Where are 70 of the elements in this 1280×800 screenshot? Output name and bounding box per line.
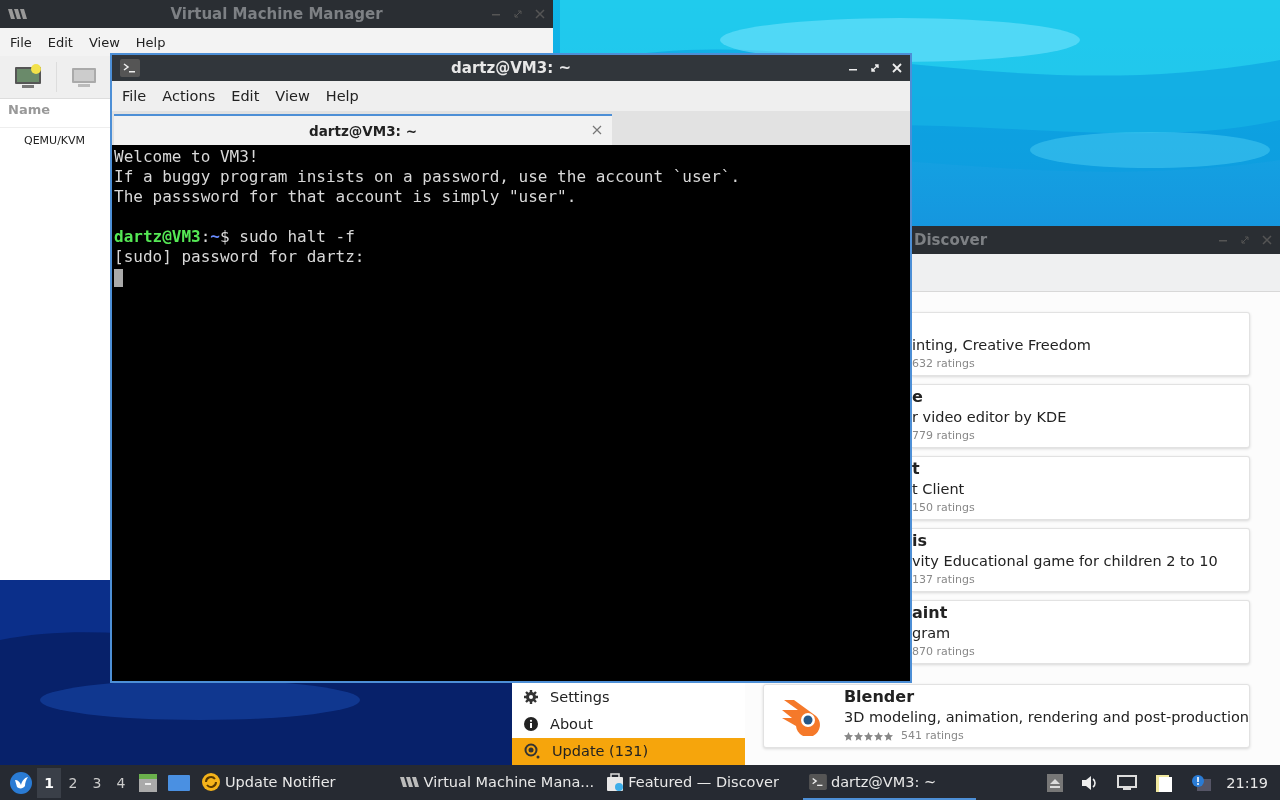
terminal-tab[interactable]: dartz@VM3: ~ bbox=[114, 114, 612, 145]
command-text: $ sudo halt -f bbox=[220, 227, 355, 246]
menu-item[interactable]: View bbox=[80, 32, 128, 52]
taskbar-button[interactable]: Virtual Machine Mana... bbox=[393, 765, 601, 800]
menu-item[interactable]: Edit bbox=[39, 32, 81, 52]
connection-item[interactable]: QEMU/KVM bbox=[24, 134, 86, 147]
app-name: is bbox=[912, 531, 927, 550]
desktop-icon[interactable] bbox=[168, 773, 190, 792]
rating-count: 541 ratings bbox=[900, 728, 964, 744]
sidebar-item[interactable]: Settings bbox=[512, 683, 745, 711]
app-card[interactable]: Blender 3D modeling, animation, rendering and post-production 541 ratings bbox=[762, 684, 1250, 748]
sidebar-item[interactable]: Update (131) bbox=[512, 737, 745, 765]
app-description: inting, Creative Freedom bbox=[912, 336, 1092, 355]
terminal-output: The passsword for that account is simply "user". bbox=[114, 187, 578, 207]
rating-count: 150 ratings bbox=[912, 500, 976, 516]
app-description: 3D modeling, animation, rendering and post-production bbox=[843, 708, 1249, 727]
app-card[interactable]: e r video editor by KDE 779 ratings bbox=[912, 384, 1250, 448]
taskbar-button[interactable]: Update Notifier bbox=[195, 765, 342, 800]
app-description: gram bbox=[912, 624, 952, 643]
app-description: t Client bbox=[912, 480, 966, 499]
workspace-button[interactable]: 2 bbox=[61, 767, 85, 798]
workspace-button[interactable]: 4 bbox=[109, 767, 133, 798]
rating-count: 870 ratings bbox=[912, 644, 976, 660]
app-card[interactable]: t t Client 150 ratings bbox=[912, 456, 1250, 520]
sidebar-item[interactable]: About bbox=[512, 710, 745, 738]
workspace-button[interactable]: 3 bbox=[85, 767, 109, 798]
menu-item[interactable]: Help bbox=[127, 32, 174, 52]
app-card[interactable]: is vity Educational game for children 2 to 10 137 ratings bbox=[912, 528, 1250, 592]
rating-count: 632 ratings bbox=[912, 356, 976, 372]
monitor-icon[interactable] bbox=[14, 64, 42, 90]
settings-icon bbox=[524, 689, 538, 704]
update-icon bbox=[201, 771, 221, 792]
terminal-output: [sudo] password for dartz: bbox=[114, 247, 366, 267]
window-title: Virtual Machine Manager bbox=[170, 5, 383, 23]
terminal-output: If a buggy program insists on a password, use the account `user`. bbox=[114, 167, 742, 187]
update-icon bbox=[524, 743, 540, 760]
terminal-icon bbox=[120, 59, 140, 77]
network-icon[interactable] bbox=[1117, 774, 1138, 791]
text-cursor bbox=[114, 268, 123, 287]
app-description: r video editor by KDE bbox=[912, 408, 1068, 427]
start-menu-icon[interactable] bbox=[10, 771, 32, 794]
shopping-bag-icon bbox=[606, 771, 625, 792]
app-description: vity Educational game for children 2 to 10 bbox=[912, 552, 1219, 571]
app-name: aint bbox=[912, 603, 948, 622]
window-title: dartz@VM3: ~ bbox=[451, 59, 571, 77]
app-name: e bbox=[912, 387, 923, 406]
terminal-output: Welcome to VM3! bbox=[114, 147, 260, 167]
prompt-separator: : bbox=[200, 227, 211, 246]
app-logo-icon bbox=[8, 9, 28, 19]
clock: 21:19 bbox=[1226, 774, 1268, 791]
info-icon bbox=[524, 717, 538, 731]
clipboard-icon[interactable] bbox=[1155, 772, 1174, 793]
eject-icon[interactable] bbox=[1047, 773, 1064, 792]
window-title: Discover bbox=[914, 231, 988, 249]
rating-count: 137 ratings bbox=[912, 572, 976, 588]
rating-count: 779 ratings bbox=[912, 428, 976, 444]
app-name: Blender bbox=[843, 687, 916, 707]
taskbar-button[interactable]: dartz@VM3: ~ bbox=[802, 765, 977, 800]
app-logo-icon bbox=[399, 776, 420, 787]
file-cabinet-icon[interactable] bbox=[138, 772, 158, 793]
menu-item[interactable]: File bbox=[2, 32, 40, 52]
app-card[interactable]: inting, Creative Freedom 632 ratings bbox=[912, 312, 1250, 376]
app-name: t bbox=[912, 459, 920, 478]
prompt-user: dartz@VM3 bbox=[114, 227, 201, 246]
taskbar-button[interactable]: Featured — Discover bbox=[600, 765, 785, 800]
prompt-path: ~ bbox=[210, 227, 220, 246]
notification-icon[interactable] bbox=[1191, 773, 1212, 792]
app-card[interactable]: aint gram 870 ratings bbox=[912, 600, 1250, 664]
workspace-button[interactable]: 1 bbox=[37, 767, 61, 798]
terminal-icon bbox=[808, 773, 827, 790]
